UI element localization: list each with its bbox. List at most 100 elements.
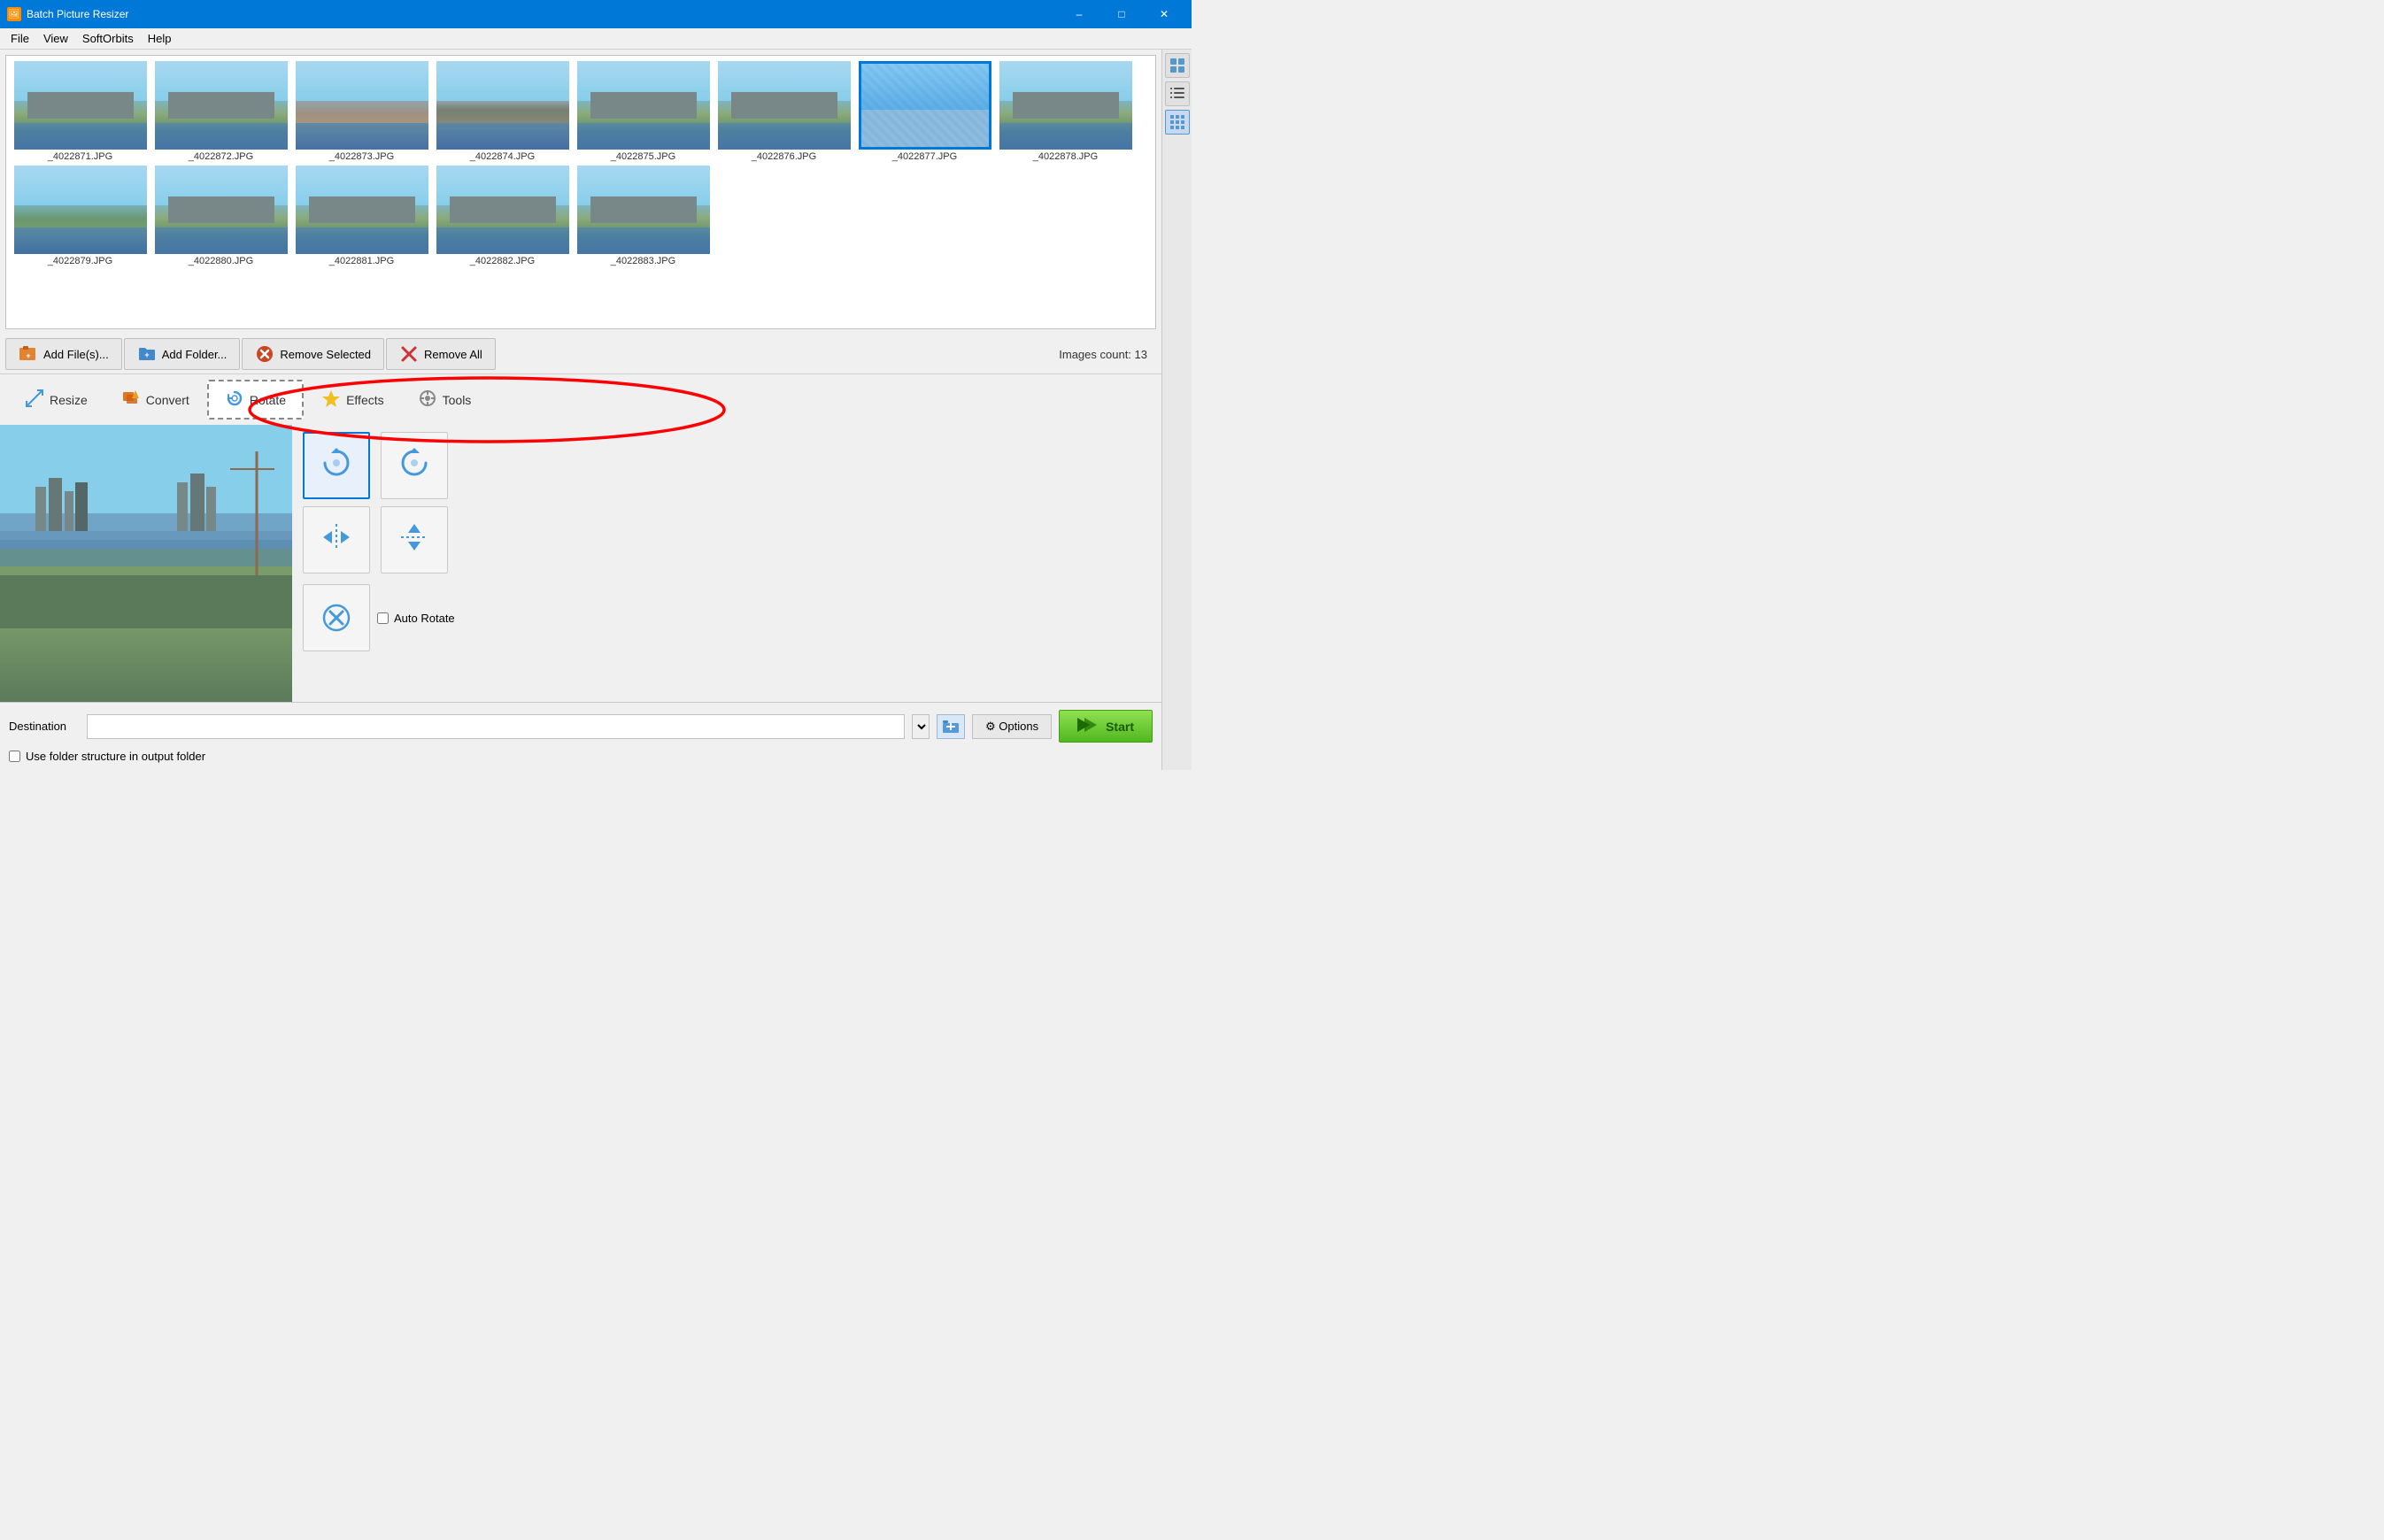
sidebar-thumbnail-view-button[interactable] <box>1165 53 1190 78</box>
thumbnail-13[interactable] <box>577 166 710 254</box>
add-files-button[interactable]: + Add File(s)... <box>5 338 122 370</box>
gear-icon: ⚙ <box>985 720 996 733</box>
flip-vertical-button[interactable] <box>381 506 448 574</box>
thumbnail-11[interactable] <box>296 166 428 254</box>
svg-text:+: + <box>26 351 30 360</box>
thumbnail-12[interactable] <box>436 166 569 254</box>
destination-input[interactable] <box>87 714 905 739</box>
remove-selected-icon <box>255 344 274 364</box>
image-label-10: _4022880.JPG <box>189 256 253 266</box>
use-folder-structure-checkbox[interactable] <box>9 751 20 762</box>
close-button[interactable]: ✕ <box>1144 0 1184 28</box>
images-count: Images count: 13 <box>1059 348 1156 361</box>
thumbnail-10[interactable] <box>155 166 288 254</box>
thumbnail-8[interactable] <box>999 61 1132 150</box>
list-item[interactable]: _4022883.JPG <box>575 166 712 266</box>
rotate-ccw-button[interactable] <box>381 432 448 499</box>
image-label-12: _4022882.JPG <box>470 256 535 266</box>
add-folder-label: Add Folder... <box>162 348 228 361</box>
rotate-pane: Auto Rotate <box>292 425 1161 702</box>
flip-h-icon <box>320 520 353 560</box>
start-button[interactable]: Start <box>1059 710 1153 743</box>
list-item[interactable]: _4022875.JPG <box>575 61 712 162</box>
thumbnail-4[interactable] <box>436 61 569 150</box>
options-button[interactable]: ⚙ Options <box>972 714 1052 739</box>
right-sidebar <box>1161 50 1192 770</box>
left-panel: _4022871.JPG _4022872.JPG _4022873.JPG <box>0 50 1161 770</box>
list-item[interactable]: _4022877.JPG <box>856 61 993 162</box>
list-item[interactable]: _4022880.JPG <box>152 166 289 266</box>
rotate-cw-button[interactable] <box>303 432 370 499</box>
list-item[interactable]: _4022879.JPG <box>12 166 149 266</box>
list-item[interactable]: _4022881.JPG <box>293 166 430 266</box>
image-label-13: _4022883.JPG <box>611 256 675 266</box>
list-item[interactable]: _4022873.JPG <box>293 61 430 162</box>
cancel-rotate-button[interactable] <box>303 584 370 651</box>
convert-icon <box>121 389 141 411</box>
sidebar-list-view-button[interactable] <box>1165 81 1190 106</box>
tab-resize[interactable]: Resize <box>9 381 104 418</box>
options-label: Options <box>999 720 1038 733</box>
thumbnail-1[interactable] <box>14 61 147 150</box>
menu-file[interactable]: File <box>4 28 36 49</box>
thumbnail-9[interactable] <box>14 166 147 254</box>
start-label: Start <box>1106 720 1134 734</box>
flip-horizontal-button[interactable] <box>303 506 370 574</box>
browse-destination-button[interactable] <box>937 714 965 739</box>
app-icon: 🖼 <box>7 7 21 21</box>
rotate-cw-icon <box>320 446 353 486</box>
thumbnail-6[interactable] <box>718 61 851 150</box>
add-files-label: Add File(s)... <box>43 348 109 361</box>
tab-row: Resize Convert <box>0 374 1161 425</box>
image-label-6: _4022876.JPG <box>752 151 816 162</box>
image-label-4: _4022874.JPG <box>470 151 535 162</box>
image-gallery[interactable]: _4022871.JPG _4022872.JPG _4022873.JPG <box>5 55 1156 329</box>
resize-icon <box>25 389 44 411</box>
thumbnail-7[interactable] <box>859 61 991 150</box>
tab-rotate[interactable]: Rotate <box>207 380 304 420</box>
svg-text:+: + <box>144 350 149 359</box>
remove-all-button[interactable]: Remove All <box>386 338 496 370</box>
auto-rotate-checkbox[interactable] <box>377 612 389 624</box>
add-folder-button[interactable]: + Add Folder... <box>124 338 241 370</box>
window-controls: – □ ✕ <box>1059 0 1184 28</box>
effects-icon <box>321 389 341 411</box>
tab-convert[interactable]: Convert <box>105 381 205 418</box>
main-content: _4022871.JPG _4022872.JPG _4022873.JPG <box>0 50 1192 770</box>
image-label-3: _4022873.JPG <box>329 151 394 162</box>
preview-image <box>0 425 292 702</box>
add-folder-icon: + <box>137 344 157 364</box>
lower-panel: Auto Rotate <box>0 425 1161 702</box>
thumbnail-2[interactable] <box>155 61 288 150</box>
list-item[interactable]: _4022874.JPG <box>434 61 571 162</box>
menu-view[interactable]: View <box>36 28 75 49</box>
image-label-2: _4022872.JPG <box>189 151 253 162</box>
tab-resize-label: Resize <box>50 393 88 407</box>
list-item[interactable]: _4022872.JPG <box>152 61 289 162</box>
image-label-7: _4022877.JPG <box>892 151 957 162</box>
toolbar: + Add File(s)... + Add Folder... <box>0 335 1161 374</box>
menu-help[interactable]: Help <box>141 28 179 49</box>
list-item[interactable]: _4022878.JPG <box>997 61 1134 162</box>
add-files-icon: + <box>19 344 38 364</box>
rotate-ccw-icon <box>397 446 431 486</box>
rotate-icon <box>225 389 244 411</box>
list-item[interactable]: _4022882.JPG <box>434 166 571 266</box>
tab-tools[interactable]: Tools <box>402 381 488 418</box>
list-item[interactable]: _4022871.JPG <box>12 61 149 162</box>
minimize-button[interactable]: – <box>1059 0 1099 28</box>
menu-softorbits[interactable]: SoftOrbits <box>75 28 141 49</box>
window-title: Batch Picture Resizer <box>27 8 128 20</box>
tab-effects[interactable]: Effects <box>305 381 400 418</box>
tab-convert-label: Convert <box>146 393 189 407</box>
auto-rotate-row: Auto Rotate <box>303 584 1151 651</box>
sidebar-grid-view-button[interactable] <box>1165 110 1190 135</box>
folder-structure-row: Use folder structure in output folder <box>9 750 1153 763</box>
list-item[interactable]: _4022876.JPG <box>715 61 853 162</box>
destination-dropdown[interactable] <box>912 714 930 739</box>
thumbnail-3[interactable] <box>296 61 428 150</box>
remove-selected-button[interactable]: Remove Selected <box>242 338 384 370</box>
image-label-5: _4022875.JPG <box>611 151 675 162</box>
thumbnail-5[interactable] <box>577 61 710 150</box>
maximize-button[interactable]: □ <box>1101 0 1142 28</box>
